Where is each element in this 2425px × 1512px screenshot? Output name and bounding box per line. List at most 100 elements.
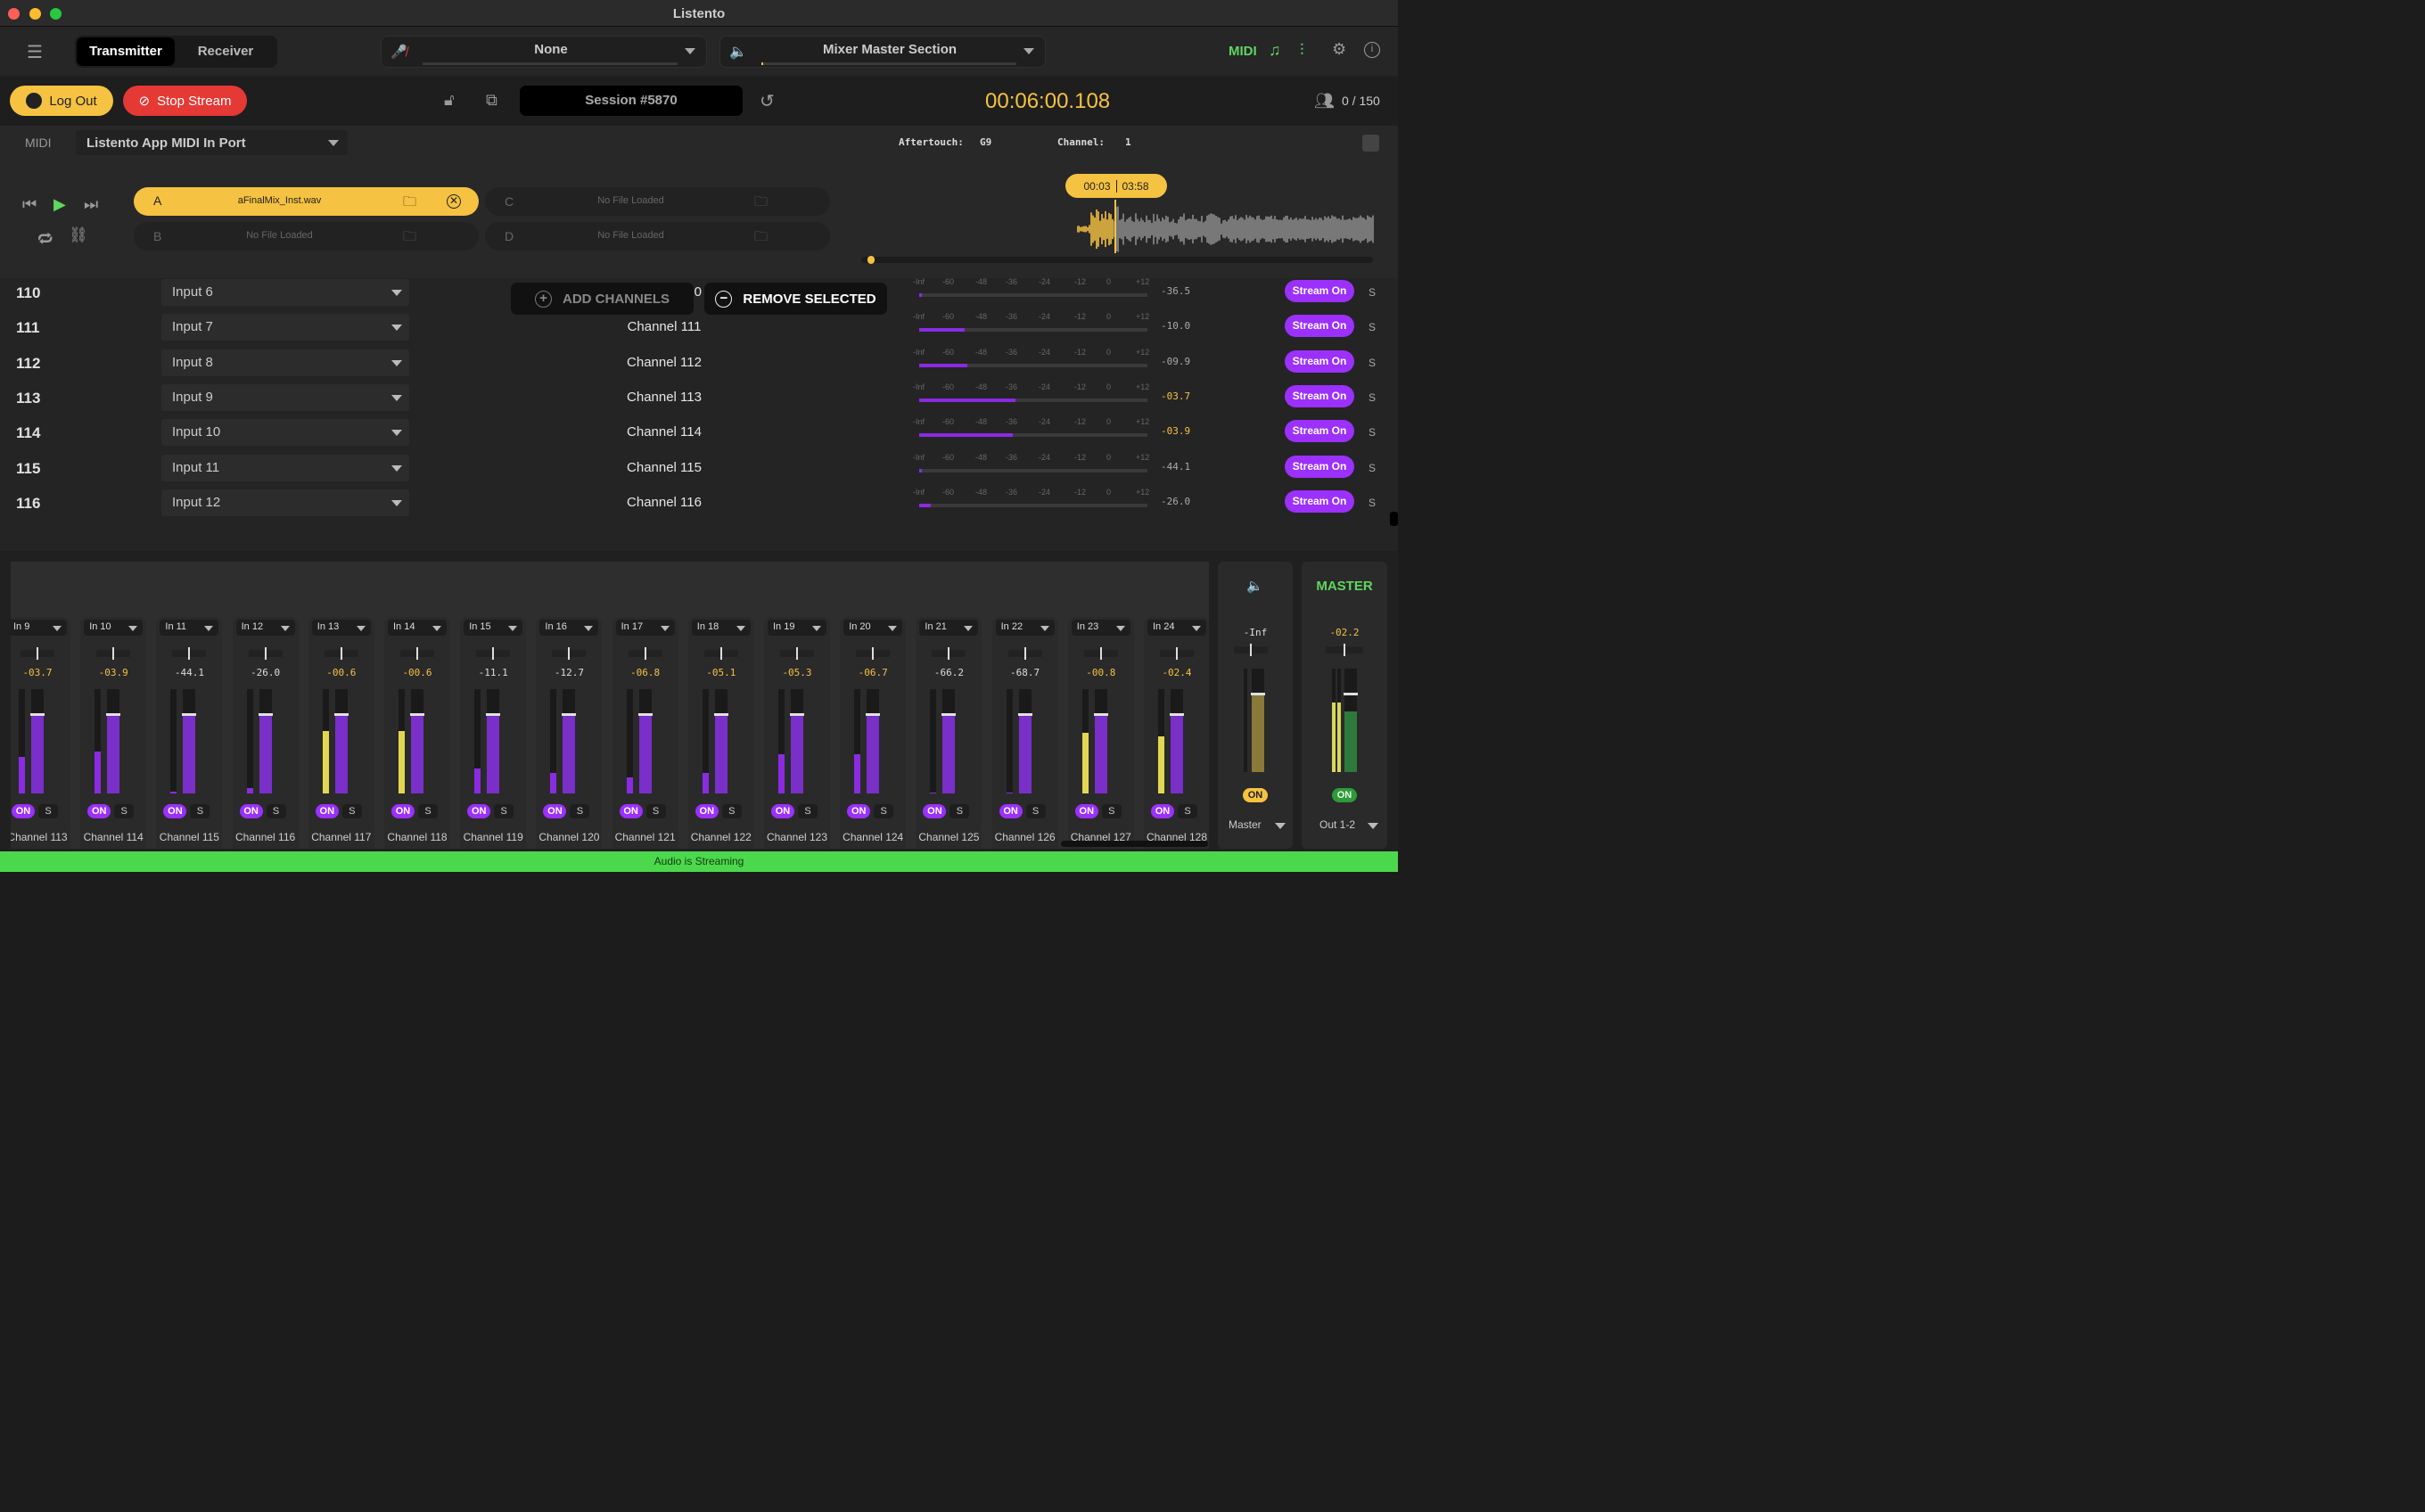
add-channels-button[interactable]: + ADD CHANNELS	[511, 283, 694, 315]
channel-name[interactable]: Channel 115	[588, 460, 740, 475]
strip-solo-button[interactable]: S	[266, 804, 286, 818]
strip-input-select[interactable]: In 24	[1147, 620, 1206, 636]
solo-button[interactable]: S	[1369, 391, 1376, 404]
strip-solo-button[interactable]: S	[721, 804, 742, 818]
player-slot-d[interactable]: D No File Loaded 🗀	[485, 222, 830, 251]
channel-name[interactable]: Channel 111	[588, 319, 740, 334]
channel-input-select[interactable]: Input 7	[161, 314, 409, 341]
strip-on-button[interactable]: ON	[543, 804, 567, 818]
strip-pan-slider[interactable]	[400, 647, 434, 660]
solo-button[interactable]: S	[1369, 462, 1376, 474]
strip-fader[interactable]	[106, 689, 121, 793]
strip-solo-button[interactable]: S	[798, 804, 818, 818]
tab-transmitter[interactable]: Transmitter	[77, 37, 175, 66]
strip-on-button[interactable]: ON	[847, 804, 871, 818]
strip-pan-slider[interactable]	[21, 647, 54, 660]
monitor-fader[interactable]	[1251, 669, 1265, 772]
channel-input-select[interactable]: Input 10	[161, 419, 409, 447]
strip-on-button[interactable]: ON	[391, 804, 415, 818]
channel-row[interactable]: 114 Input 10 Channel 114 -Inf -60 -48 -36 -2…	[0, 415, 1391, 449]
channel-name[interactable]: Channel 114	[588, 424, 740, 440]
strip-pan-slider[interactable]	[96, 647, 131, 660]
music-note-icon[interactable]: ♫	[1269, 41, 1281, 60]
strip-solo-button[interactable]: S	[494, 804, 514, 818]
strip-solo-button[interactable]: S	[949, 804, 970, 818]
input-select[interactable]: 🎤̸ None	[381, 36, 707, 68]
strip-input-select[interactable]: In 12	[235, 620, 295, 636]
strip-fader[interactable]	[182, 689, 197, 793]
strip-input-select[interactable]: In 23	[1071, 620, 1130, 636]
master-pan[interactable]	[1326, 644, 1363, 656]
strip-pan-slider[interactable]	[1007, 647, 1042, 660]
channel-input-select[interactable]: Input 9	[161, 383, 409, 411]
unlock-icon[interactable]: 🔓︎	[444, 91, 455, 110]
hamburger-menu-icon[interactable]: ☰	[25, 41, 45, 63]
strip-pan-slider[interactable]	[552, 647, 587, 660]
strip-pan-slider[interactable]	[324, 647, 358, 660]
strip-fader[interactable]	[790, 689, 804, 793]
strip-input-select[interactable]: In 20	[843, 620, 903, 636]
monitor-pan[interactable]	[1234, 644, 1268, 656]
strip-on-button[interactable]: ON	[163, 804, 187, 818]
remove-selected-button[interactable]: − REMOVE SELECTED	[704, 283, 887, 315]
unlink-icon[interactable]: ⛓	[69, 226, 88, 244]
strip-fader[interactable]	[866, 689, 881, 793]
copy-icon[interactable]: ⧉	[486, 91, 497, 110]
sliders-icon[interactable]: ⫶	[1300, 41, 1304, 60]
strip-on-button[interactable]: ON	[239, 804, 263, 818]
channel-row[interactable]: 112 Input 8 Channel 112 -Inf -60 -48 -36 -24…	[0, 345, 1391, 380]
strip-fader[interactable]	[1093, 689, 1108, 793]
waveform[interactable]	[1077, 202, 1375, 256]
stream-on-button[interactable]: Stream On	[1285, 315, 1354, 338]
channel-row[interactable]: 115 Input 11 Channel 115 -Inf -60 -48 -36 -2…	[0, 450, 1391, 485]
stream-on-button[interactable]: Stream On	[1285, 349, 1354, 373]
strip-input-select[interactable]: In 18	[691, 620, 751, 636]
strip-fader[interactable]	[486, 689, 501, 793]
solo-button[interactable]: S	[1369, 426, 1376, 439]
solo-button[interactable]: S	[1369, 286, 1376, 299]
solo-button[interactable]: S	[1369, 357, 1376, 369]
tab-receiver[interactable]: Receiver	[177, 37, 275, 66]
strip-pan-slider[interactable]	[780, 647, 814, 660]
strip-input-select[interactable]: In 22	[995, 620, 1055, 636]
strip-pan-slider[interactable]	[628, 647, 662, 660]
strip-fader[interactable]	[637, 689, 653, 793]
stop-stream-button[interactable]: ⊘ Stop Stream	[123, 86, 247, 116]
strip-fader[interactable]	[258, 689, 273, 793]
strip-on-button[interactable]: ON	[12, 804, 35, 818]
strip-on-button[interactable]: ON	[695, 804, 719, 818]
strip-on-button[interactable]: ON	[1074, 804, 1098, 818]
strip-input-select[interactable]: In 11	[160, 620, 219, 636]
strip-solo-button[interactable]: S	[341, 804, 362, 818]
gear-icon[interactable]: ⚙	[1332, 40, 1346, 59]
stream-on-button[interactable]: Stream On	[1285, 420, 1354, 443]
stream-on-button[interactable]: Stream On	[1285, 280, 1354, 302]
channel-name[interactable]: Channel 116	[588, 495, 740, 510]
seek-thumb[interactable]	[867, 256, 875, 264]
strip-input-select[interactable]: In 13	[311, 620, 371, 636]
strip-fader[interactable]	[30, 689, 45, 793]
stream-on-button[interactable]: Stream On	[1285, 489, 1354, 513]
strip-fader[interactable]	[562, 689, 577, 793]
seek-bar[interactable]	[861, 256, 1373, 264]
strip-on-button[interactable]: ON	[619, 804, 643, 818]
channel-input-select[interactable]: Input 6	[161, 279, 409, 306]
strip-solo-button[interactable]: S	[114, 804, 135, 818]
strip-pan-slider[interactable]	[476, 647, 511, 660]
strip-solo-button[interactable]: S	[1025, 804, 1046, 818]
strip-input-select[interactable]: In 15	[464, 620, 523, 636]
info-icon[interactable]: i	[1364, 42, 1380, 58]
folder-add-icon[interactable]: 🗀	[403, 193, 416, 215]
strip-fader[interactable]	[1170, 689, 1184, 793]
strip-pan-slider[interactable]	[1083, 647, 1118, 660]
stream-on-button[interactable]: Stream On	[1285, 384, 1354, 407]
channel-row[interactable]: 116 Input 12 Channel 116 -Inf -60 -48 -36 -2…	[0, 485, 1391, 520]
strip-input-select[interactable]: In 19	[768, 620, 826, 636]
play-icon[interactable]: ▶	[53, 195, 66, 214]
skip-forward-icon[interactable]: ⏭	[84, 195, 98, 214]
strip-solo-button[interactable]: S	[38, 804, 58, 818]
channel-row[interactable]: 113 Input 9 Channel 113 -Inf -60 -48 -36 -24…	[0, 380, 1391, 415]
loop-icon[interactable]: 🔁︎	[37, 226, 53, 250]
strip-solo-button[interactable]: S	[1101, 804, 1122, 818]
strip-fader[interactable]	[333, 689, 349, 793]
